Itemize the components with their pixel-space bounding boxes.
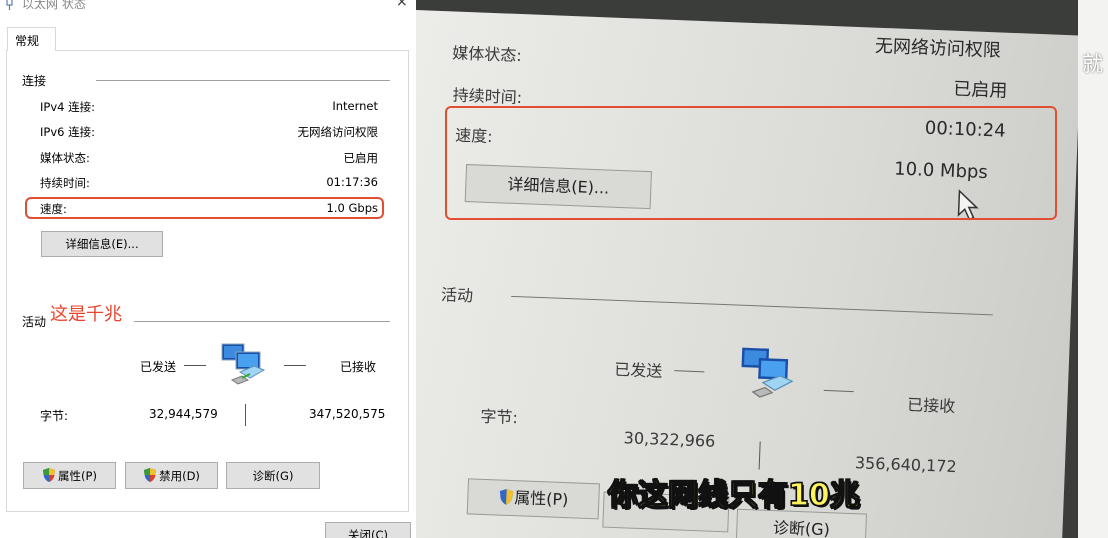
photo-media-label: 媒体状态: xyxy=(452,43,523,66)
tab-strip: 常规 xyxy=(0,27,416,51)
photo-network-icon xyxy=(741,347,794,398)
photo-edge-strip: 就 xyxy=(1078,0,1108,538)
tab-general-label: 常规 xyxy=(15,34,40,48)
bytes-label: 字节: xyxy=(40,409,69,423)
ipv4-value: Internet xyxy=(332,99,378,113)
tab-panel xyxy=(6,50,409,512)
ipv6-label: IPv6 连接: xyxy=(40,125,95,139)
edge-caption-fragment: 就 xyxy=(1082,52,1103,76)
activity-group-line xyxy=(134,321,390,322)
status-dialog: 以太网 状态 × 常规 连接 IPv4 连接: Internet IPv6 连接… xyxy=(0,0,416,538)
photo-properties-label: 属性(P) xyxy=(513,488,569,510)
properties-label: 属性(P) xyxy=(58,469,97,483)
ipv4-label: IPv4 连接: xyxy=(40,100,95,114)
ipv4-row: IPv4 连接: Internet xyxy=(40,99,378,117)
title-bar: 以太网 状态 × xyxy=(0,0,416,14)
media-state-value: 已启用 xyxy=(343,151,379,165)
duration-label: 持续时间: xyxy=(40,176,90,190)
ipv6-value: 无网络访问权限 xyxy=(297,125,379,139)
bytes-received-value: 347,520,575 xyxy=(309,407,386,421)
photo-bytes-label: 字节: xyxy=(480,406,519,428)
sent-dash xyxy=(184,365,206,366)
disable-label: 禁用(D) xyxy=(159,469,200,483)
received-dash xyxy=(284,365,306,366)
photo-ipv6-value: 无网络访问权限 xyxy=(874,35,1002,62)
received-label: 已接收 xyxy=(340,360,377,374)
speed-highlight-box xyxy=(25,197,384,219)
photo-activity-label: 活动 xyxy=(440,285,474,306)
window-title: 以太网 状态 xyxy=(22,0,86,11)
media-state-row: 媒体状态: 已启用 xyxy=(40,150,378,168)
diagnose-button[interactable]: 诊断(G) xyxy=(226,462,320,489)
bytes-divider xyxy=(245,404,246,426)
activity-group-label: 活动 xyxy=(22,315,47,329)
duration-row: 持续时间: 01:17:36 xyxy=(40,175,378,193)
media-state-label: 媒体状态: xyxy=(40,151,90,165)
close-button[interactable]: 关闭(C) xyxy=(325,522,411,538)
duration-value: 01:17:36 xyxy=(326,175,378,189)
photo-media-value: 已启用 xyxy=(952,78,1008,102)
photo-duration-label: 持续时间: xyxy=(452,85,523,108)
annotation-gigabit: 这是千兆 xyxy=(50,304,122,325)
connection-group-line xyxy=(96,80,390,81)
close-icon[interactable]: × xyxy=(396,0,408,10)
photo-bytes-received: 356,640,172 xyxy=(854,453,958,477)
tab-general[interactable]: 常规 xyxy=(7,27,56,51)
photo-received-label: 已接收 xyxy=(906,395,956,416)
network-icon xyxy=(221,343,266,385)
shield-icon xyxy=(144,468,157,482)
shield-icon xyxy=(43,468,56,482)
network-adapter-icon xyxy=(6,0,13,10)
ipv6-row: IPv6 连接: 无网络访问权限 xyxy=(40,124,378,142)
bytes-sent-value: 32,944,579 xyxy=(149,407,218,421)
photo-properties-button: 属性(P) xyxy=(466,478,600,520)
details-button[interactable]: 详细信息(E)... xyxy=(41,231,163,257)
photo-sent-label: 已发送 xyxy=(613,359,663,381)
disable-button[interactable]: 禁用(D) xyxy=(125,462,218,489)
properties-button[interactable]: 属性(P) xyxy=(23,462,116,489)
photo-of-monitor: 无网络访问权限 媒体状态: 已启用 持续时间: 00:10:24 速度: 10.… xyxy=(416,0,1108,538)
photographed-dialog: 无网络访问权限 媒体状态: 已启用 持续时间: 00:10:24 速度: 10.… xyxy=(416,10,1082,538)
connection-group-label: 连接 xyxy=(22,74,47,88)
subtitle-caption: 你这网线只有10兆 xyxy=(607,477,860,513)
photo-shield-icon xyxy=(499,488,514,505)
photo-speed-highlight-box xyxy=(445,106,1057,220)
sent-label: 已发送 xyxy=(140,360,177,374)
photo-bytes-sent: 30,322,966 xyxy=(623,428,716,451)
